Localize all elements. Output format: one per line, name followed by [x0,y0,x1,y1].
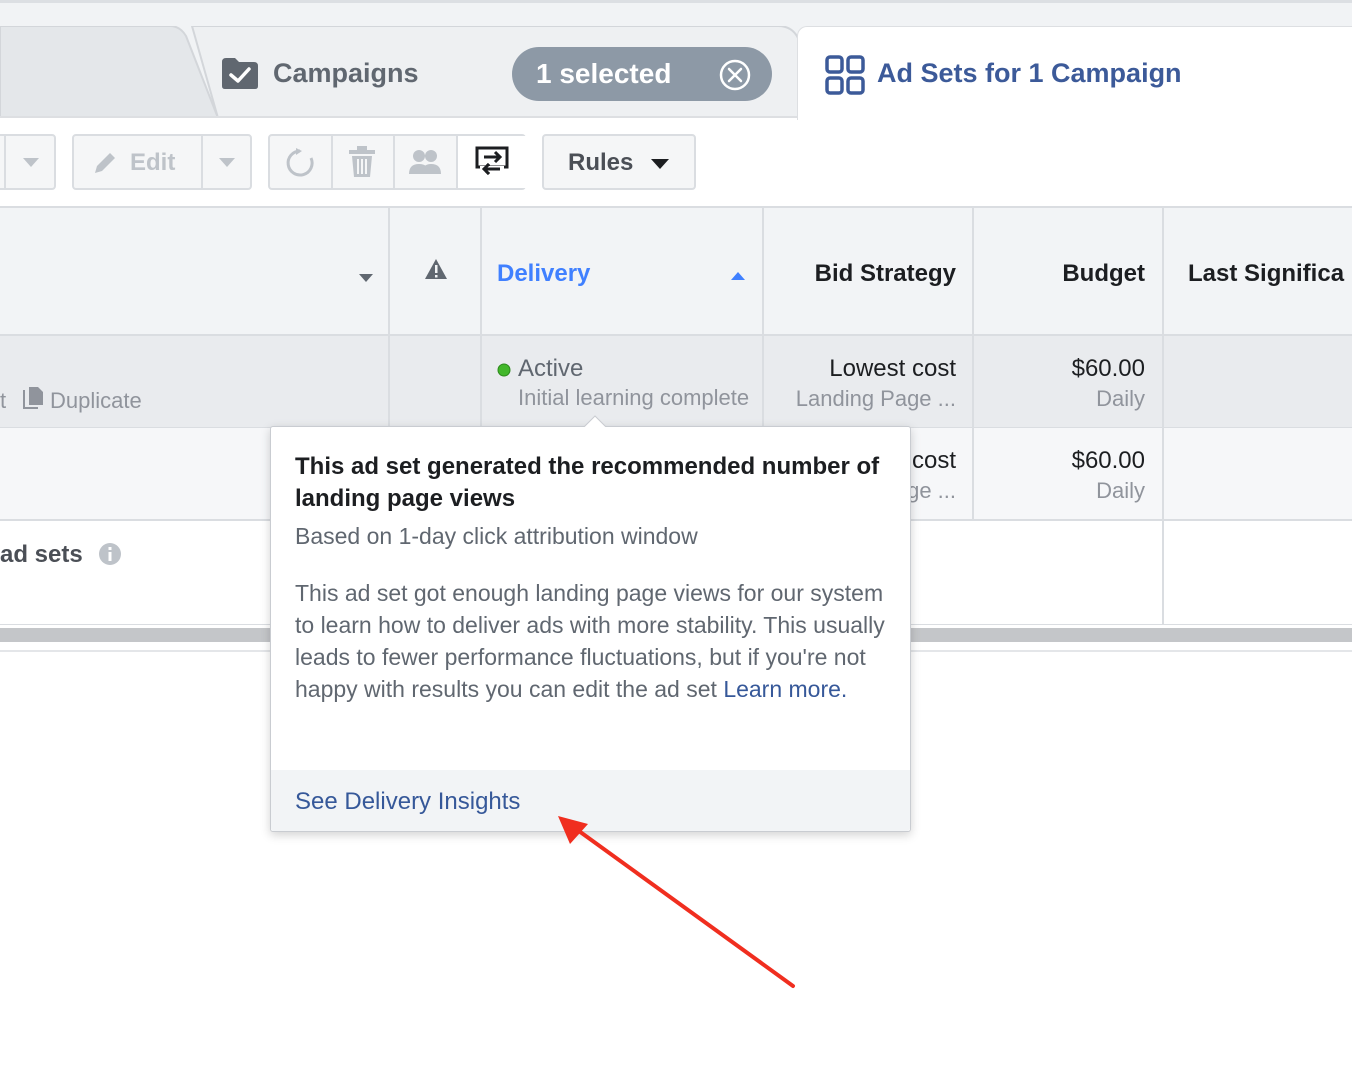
table-header: Delivery Bid Strategy Budget Last Signif… [0,206,1352,336]
chevron-down-icon[interactable] [22,156,40,174]
delivery-popover: This ad set generated the recommended nu… [270,415,911,832]
popover-title: This ad set generated the recommended nu… [295,453,880,512]
column-header-last-significant[interactable]: Last Significa [1188,260,1344,288]
duplicate-link[interactable]: Duplicate [50,388,142,414]
column-header-delivery[interactable]: Delivery [497,260,590,288]
tab-campaigns-label[interactable]: Campaigns [273,58,419,89]
status-dot-icon [497,363,511,382]
selected-pill[interactable]: 1 selected [512,47,772,101]
budget-value[interactable]: $60.00 [1072,447,1145,475]
sort-dropdown-icon[interactable] [358,270,374,288]
caret-down-icon [650,157,670,175]
compare-arrows-icon [474,145,510,184]
budget-period: Daily [1096,478,1145,503]
column-divider [1162,206,1164,624]
column-header-budget[interactable]: Budget [1062,260,1145,288]
tab-previous[interactable] [0,26,220,118]
chevron-down-icon[interactable] [218,156,236,174]
bid-strategy-sub: Landing Page ... [795,386,956,411]
grid-icon [825,55,865,100]
trash-icon[interactable] [347,146,377,183]
refresh-icon[interactable] [285,148,315,183]
warning-icon [424,258,448,285]
table-row[interactable]: t Duplicate Active Initial learning comp… [0,336,1352,428]
budget-value[interactable]: $60.00 [1072,355,1145,383]
action-button-group [268,134,526,190]
create-dropdown-button[interactable] [0,134,56,190]
edit-button[interactable]: Edit [72,134,252,190]
bid-strategy-value: cost [911,447,956,474]
popover-nub [583,415,607,428]
row-name-fragment: t [0,388,7,413]
column-divider [972,206,974,521]
pencil-icon [92,150,118,181]
budget-period: Daily [1096,386,1145,411]
delivery-status: Active [518,355,584,382]
popover-subtitle: Based on 1-day click attribution window [295,523,698,549]
bid-strategy-sub: ge ... [907,478,956,503]
delivery-substatus: Initial learning complete [518,385,750,410]
rules-label: Rules [568,149,634,176]
folder-check-icon [220,56,260,95]
duplicate-icon[interactable] [22,386,48,415]
sort-ascending-icon[interactable] [730,268,746,286]
clear-selection-icon[interactable] [718,58,752,97]
tab-underline [0,116,798,118]
bid-strategy-value: Lowest cost [829,355,956,382]
learn-more-link[interactable]: Learn more. [723,676,847,702]
summary-label: ad sets [0,541,83,568]
see-delivery-insights-link[interactable]: See Delivery Insights [295,788,520,816]
tab-adsets-label[interactable]: Ad Sets for 1 Campaign [877,58,1182,89]
column-header-bid-strategy[interactable]: Bid Strategy [815,260,956,288]
info-icon[interactable] [98,542,122,571]
rules-button[interactable]: Rules [542,134,696,190]
edit-label: Edit [130,149,176,176]
compare-button[interactable] [458,136,526,188]
annotation-arrow-icon [558,816,795,988]
selected-count: 1 selected [536,58,672,89]
popover-body: This ad set got enough landing page view… [295,577,891,705]
people-icon[interactable] [408,148,442,183]
